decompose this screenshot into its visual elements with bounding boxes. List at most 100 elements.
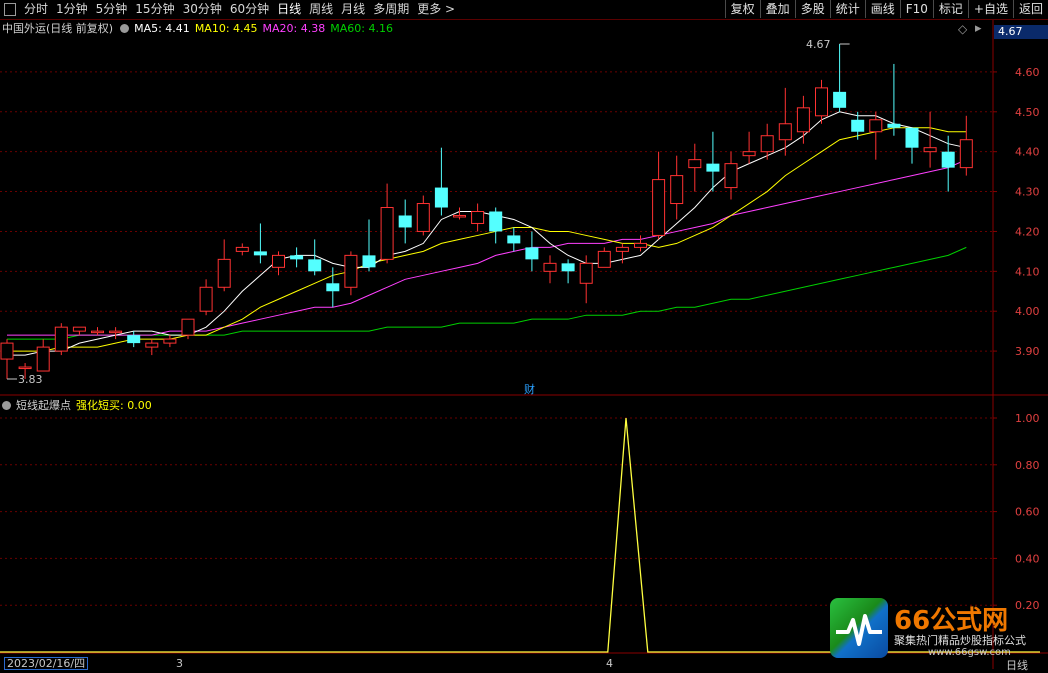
sub-settings-dot-icon[interactable] [2, 400, 11, 410]
candle-body [18, 366, 32, 370]
candle [54, 323, 68, 356]
date-cursor-label: 2023/02/16/四 [4, 657, 89, 670]
candle [815, 79, 828, 124]
candle-body [796, 107, 810, 133]
candle [796, 95, 810, 144]
candle [869, 111, 883, 160]
candle [326, 267, 340, 308]
candle [471, 203, 485, 232]
candle-body [652, 179, 666, 236]
stock-title[interactable]: 中国外运(日线 前复权) [2, 20, 113, 36]
site-watermark: 66公式网 聚集热门精品炒股指标公式 www.66gsw.com [830, 598, 1048, 660]
candle [634, 235, 647, 252]
candle-body [235, 246, 249, 252]
candle-body [760, 135, 774, 153]
candle-body [36, 346, 50, 372]
high-price-label: 4.67 [806, 38, 831, 51]
candle-body [109, 330, 123, 334]
candle-body [380, 207, 394, 260]
price-tick-label: 3.90 [1015, 345, 1040, 358]
candle-body [272, 254, 285, 268]
candle-body [923, 147, 937, 153]
kline-chart[interactable]: 4.60 4.50 4.40 4.30 4.20 4.10 4.00 3.90 1.00 0.80… [0, 0, 1048, 669]
price-tick-label: 4.10 [1015, 265, 1040, 278]
candle-body [453, 214, 466, 218]
sub-indicator-bar: 短线起爆点 强化短买: 0.00 [2, 398, 157, 412]
candle-body [72, 326, 86, 332]
month-label-4: 4 [606, 657, 613, 670]
sub-tick-label: 0.80 [1015, 459, 1040, 472]
ma5-value: MA5: 4.41 [134, 21, 190, 35]
candle-body [507, 235, 521, 244]
candle-body [326, 283, 340, 292]
candle [0, 339, 14, 379]
period-label: 日线 [1000, 657, 1048, 673]
candle [344, 251, 358, 296]
candle-body [362, 255, 376, 268]
candle-body [308, 259, 322, 272]
scroll-left-icon[interactable]: ▸ [975, 21, 982, 36]
candle [380, 183, 394, 264]
candle [833, 44, 847, 112]
sub-tick-label: 0.40 [1015, 552, 1040, 565]
finance-event-marker[interactable]: 财 [524, 381, 535, 397]
candle-body [887, 123, 901, 128]
watermark-url: www.66gsw.com [928, 647, 1011, 658]
candle [543, 255, 557, 284]
candle [272, 251, 285, 276]
candle-body [815, 87, 828, 117]
candle-body [851, 119, 865, 132]
candle [217, 239, 231, 292]
candle [507, 227, 521, 252]
candle-body [543, 262, 557, 272]
ma20-value: MA20: 4.38 [262, 21, 326, 35]
candle [688, 143, 702, 192]
candle [109, 327, 123, 340]
sub-indicator-title[interactable]: 短线起爆点 [16, 397, 71, 413]
ma60-value: MA60: 4.16 [330, 21, 393, 35]
candlestick-series [0, 43, 973, 380]
candle [290, 247, 304, 268]
candle-body [833, 91, 847, 108]
candle [652, 151, 666, 240]
candle [597, 247, 611, 268]
settings-dot-icon[interactable] [120, 23, 130, 33]
price-tick-label: 4.50 [1015, 106, 1040, 119]
ma10-value: MA10: 4.45 [194, 21, 258, 35]
ma20-line [7, 159, 967, 336]
candle [525, 231, 539, 272]
candle-body [489, 211, 503, 232]
sub-indicator-value: 强化短买: 0.00 [76, 399, 152, 412]
candle [706, 131, 720, 192]
candle-body [597, 250, 611, 268]
candle [905, 127, 919, 164]
candle-body [525, 247, 539, 260]
main-indicator-bar: 中国外运(日线 前复权) MA5: 4.41 MA10: 4.45 MA20: … [2, 20, 398, 36]
candle-body [615, 246, 629, 252]
watermark-logo-icon [830, 598, 888, 658]
candle [489, 207, 503, 244]
candle [434, 147, 448, 216]
diamond-icon[interactable]: ◇ [958, 22, 967, 36]
watermark-subtitle: 聚集热门精品炒股指标公式 [894, 634, 1026, 647]
candle [253, 223, 267, 264]
candle [163, 335, 177, 348]
candle-body [434, 187, 448, 208]
candle [199, 279, 213, 316]
candle-body [724, 163, 738, 189]
candle [36, 339, 50, 372]
candle [127, 331, 141, 348]
candle [72, 326, 86, 336]
candle-body [181, 318, 195, 336]
candle-body [706, 163, 720, 172]
candle-body [670, 175, 684, 205]
price-tick-label: 4.00 [1015, 305, 1040, 318]
candle [398, 199, 412, 244]
candle [561, 259, 575, 284]
candle-body [869, 119, 883, 133]
candle-body [127, 335, 141, 344]
sub-tick-label: 0.60 [1015, 506, 1040, 519]
candle-body [344, 254, 358, 288]
candle [724, 151, 738, 200]
candle-body [561, 263, 575, 272]
